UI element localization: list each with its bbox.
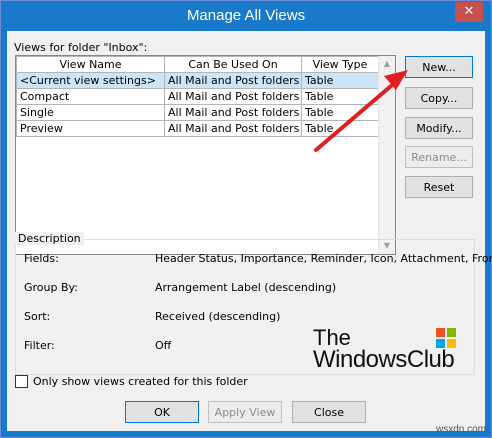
annotation-arrow-icon [314, 70, 408, 152]
